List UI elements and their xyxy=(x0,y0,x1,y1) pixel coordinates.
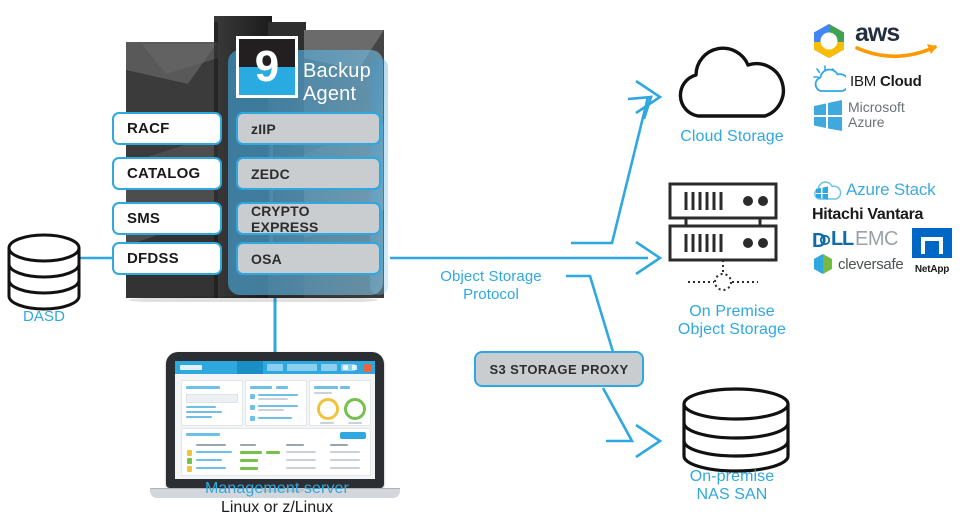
pill-ziip[interactable]: zIIP xyxy=(236,112,381,145)
nas-line1: On-premise xyxy=(689,468,775,485)
pill-crypto-express[interactable]: CRYPTO EXPRESS xyxy=(236,202,381,235)
ibm-text: IBM xyxy=(850,73,881,90)
cloud-storage-label: Cloud Storage xyxy=(680,128,784,145)
dashboard-alert-badge[interactable] xyxy=(364,364,371,372)
diagram-canvas: DASD 9 Backup Agent RACF CATALOG SMS DFD… xyxy=(0,0,980,517)
agent-logo-number: 9 xyxy=(254,42,280,91)
dashboard-tab[interactable] xyxy=(267,364,283,371)
dasd-label: DASD xyxy=(22,308,66,325)
dashboard-tab-active[interactable] xyxy=(237,361,263,374)
protocol-line2: Protocol xyxy=(463,286,519,303)
agent-title-line1: Backup xyxy=(303,60,371,82)
dashboard-card xyxy=(181,380,243,426)
ibm-cloud-wordmark: IBM Cloud xyxy=(850,73,922,90)
backup-agent-title: Backup Agent xyxy=(303,60,371,106)
on-premise-object-storage-label: On Premise Object Storage xyxy=(652,303,812,339)
pill-sms[interactable]: SMS xyxy=(112,202,222,235)
laptop-screen xyxy=(175,361,375,479)
backup-agent-logo: 9 xyxy=(236,36,298,98)
nas-line2: NAS SAN xyxy=(696,486,768,503)
dell-emc-logo: D LL EMC xyxy=(812,228,898,251)
laptop-lid xyxy=(166,352,384,488)
aws-logo: aws xyxy=(855,19,945,61)
pill-zedc[interactable]: ZEDC xyxy=(236,157,381,190)
dasd-icon xyxy=(6,233,82,311)
aws-wordmark: aws xyxy=(855,19,900,47)
ibm-cloud-sun-icon xyxy=(813,65,846,92)
pill-catalog[interactable]: CATALOG xyxy=(112,157,222,190)
dashboard-table-card xyxy=(181,428,371,476)
cleversafe-icon xyxy=(814,254,832,274)
protocol-line1: Object Storage xyxy=(440,268,542,285)
dell-ring-icon: D xyxy=(812,230,831,251)
netapp-wordmark: NetApp xyxy=(914,264,950,275)
pill-dfdss[interactable]: DFDSS xyxy=(112,242,222,275)
dashboard-action-button[interactable] xyxy=(340,432,366,439)
pill-osa[interactable]: OSA xyxy=(236,242,381,275)
pill-racf[interactable]: RACF xyxy=(112,112,222,145)
emc-text: EMC xyxy=(855,228,898,250)
netapp-icon xyxy=(912,228,952,258)
object-storage-protocol-label: Object Storage Protocol xyxy=(396,268,586,304)
microsoft-azure-wordmark: Microsoft Azure xyxy=(848,100,905,130)
azure-stack-wordmark: Azure Stack xyxy=(846,180,936,199)
on-premise-object-storage-icon xyxy=(668,182,778,291)
netapp-logo: NetApp xyxy=(908,228,956,275)
nas-san-label: On-premise NAS SAN xyxy=(652,468,812,504)
onprem-obj-line1: On Premise xyxy=(689,303,775,320)
dell-ll-text: LL xyxy=(831,228,854,250)
cloud-text: Cloud xyxy=(880,73,922,90)
dashboard-logo xyxy=(180,365,202,370)
google-cloud-icon xyxy=(814,24,844,58)
dashboard-search-icon[interactable] xyxy=(343,365,348,370)
dashboard-tab[interactable] xyxy=(287,364,317,371)
agent-title-line2: Agent xyxy=(303,83,357,105)
azure-text: Azure xyxy=(848,114,885,130)
dashboard-tab[interactable] xyxy=(321,364,337,371)
hitachi-vantara-wordmark: Hitachi Vantara xyxy=(812,206,924,223)
cleversafe-wordmark: cleversafe xyxy=(838,256,904,273)
microsoft-text: Microsoft xyxy=(848,99,905,115)
cloud-storage-icon xyxy=(678,46,786,118)
svg-text:D: D xyxy=(812,230,826,251)
dashboard-card xyxy=(309,380,371,426)
dashboard-card xyxy=(245,380,307,426)
microsoft-logo-icon xyxy=(814,100,842,131)
onprem-obj-line2: Object Storage xyxy=(677,321,787,338)
management-server-sublabel: Linux or z/Linux xyxy=(220,499,334,516)
s3-storage-proxy-box[interactable]: S3 STORAGE PROXY xyxy=(474,351,644,387)
dashboard-bell-icon[interactable] xyxy=(352,365,357,370)
azure-stack-icon xyxy=(814,181,842,200)
management-server-label: Management server xyxy=(205,480,349,497)
